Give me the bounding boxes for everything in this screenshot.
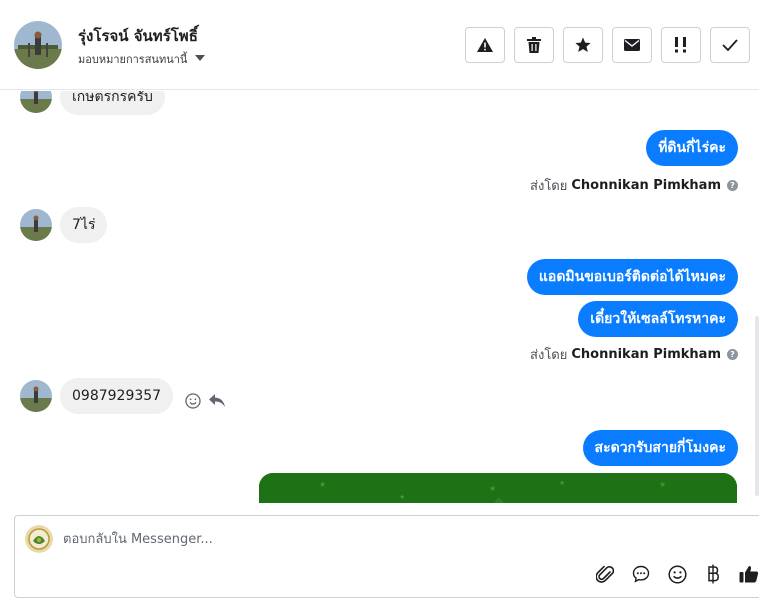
- assign-label: มอบหมายการสนทนานี้: [78, 53, 188, 66]
- sent-by-label: ส่งโดย Chonnikan Pimkham ?: [530, 175, 738, 196]
- message-bubble-outgoing[interactable]: เดี๋ยวให้เซลล์โทรหาคะ: [578, 301, 738, 337]
- sent-by-prefix: ส่งโดย: [530, 179, 568, 194]
- page-avatar: [25, 525, 53, 553]
- message-row-incoming: 0987929357: [20, 378, 226, 414]
- contact-avatar-small[interactable]: [20, 91, 52, 113]
- message-row-incoming: เกษตรกรครับ: [20, 91, 165, 115]
- assign-conversation-dropdown[interactable]: มอบหมายการสนทนานี้: [78, 50, 206, 68]
- sent-by-name: Chonnikan Pimkham: [571, 347, 721, 362]
- message-bubble-incoming[interactable]: 7ไร่: [60, 207, 108, 243]
- smiley-icon[interactable]: [667, 564, 687, 584]
- message-bubble-outgoing[interactable]: ที่ดินกี่ไร่คะ: [646, 130, 738, 166]
- warning-icon: [477, 38, 493, 52]
- contact-name[interactable]: รุ่งโรจน์ จันทร์โพธิ์: [78, 24, 198, 48]
- contact-avatar-small[interactable]: [20, 380, 52, 412]
- help-icon[interactable]: ?: [727, 180, 738, 191]
- trash-icon: [527, 37, 541, 53]
- contact-avatar-small[interactable]: [20, 209, 52, 241]
- follow-up-button[interactable]: [661, 27, 701, 63]
- svg-text:★: ★: [319, 480, 326, 489]
- chevron-down-icon: [195, 55, 206, 61]
- star-button[interactable]: [563, 27, 603, 63]
- svg-text:★: ★: [399, 493, 405, 501]
- envelope-icon: [624, 39, 640, 51]
- mark-unread-button[interactable]: [612, 27, 652, 63]
- react-smiley-icon[interactable]: [185, 393, 201, 409]
- mark-done-button[interactable]: [710, 27, 750, 63]
- help-icon[interactable]: ?: [727, 349, 738, 360]
- svg-text:★: ★: [559, 479, 565, 487]
- baht-icon[interactable]: [703, 564, 723, 584]
- thumbs-up-icon[interactable]: [739, 564, 759, 584]
- chat-bubble-icon[interactable]: [631, 564, 651, 584]
- message-row-incoming: 7ไร่: [20, 207, 108, 243]
- header-actions: [465, 27, 750, 63]
- message-thread[interactable]: เกษตรกรครับ ที่ดินกี่ไร่คะ ส่งโดย Chonni…: [0, 91, 759, 503]
- message-bubble-outgoing[interactable]: แอดมินขอเบอร์ติดต่อได้ไหมคะ: [526, 259, 738, 295]
- paperclip-icon[interactable]: [595, 564, 615, 584]
- message-image-attachment[interactable]: ★ ★ ★ ★ ★: [259, 473, 737, 503]
- svg-text:★: ★: [659, 480, 666, 489]
- message-bubble-incoming[interactable]: เกษตรกรครับ: [60, 91, 165, 115]
- scrollbar[interactable]: [755, 316, 759, 496]
- spam-button[interactable]: [465, 27, 505, 63]
- svg-text:★: ★: [489, 484, 496, 493]
- reply-composer: [14, 515, 759, 598]
- star-icon: [575, 37, 591, 52]
- reply-input[interactable]: [63, 529, 563, 549]
- message-bubble-incoming[interactable]: 0987929357: [60, 378, 174, 414]
- sent-by-label: ส่งโดย Chonnikan Pimkham ?: [530, 344, 738, 365]
- exclamation-icon: [675, 37, 686, 53]
- delete-button[interactable]: [514, 27, 554, 63]
- message-tools: [185, 393, 226, 409]
- sent-by-name: Chonnikan Pimkham: [571, 178, 721, 193]
- check-icon: [722, 39, 738, 51]
- conversation-header: รุ่งโรจน์ จันทร์โพธิ์ มอบหมายการสนทนานี้: [0, 0, 759, 90]
- sent-by-prefix: ส่งโดย: [530, 348, 568, 363]
- reply-icon[interactable]: [209, 394, 226, 408]
- contact-avatar[interactable]: [14, 21, 62, 69]
- message-bubble-outgoing[interactable]: สะดวกรับสายกี่โมงคะ: [582, 430, 738, 466]
- composer-tools: [595, 564, 759, 584]
